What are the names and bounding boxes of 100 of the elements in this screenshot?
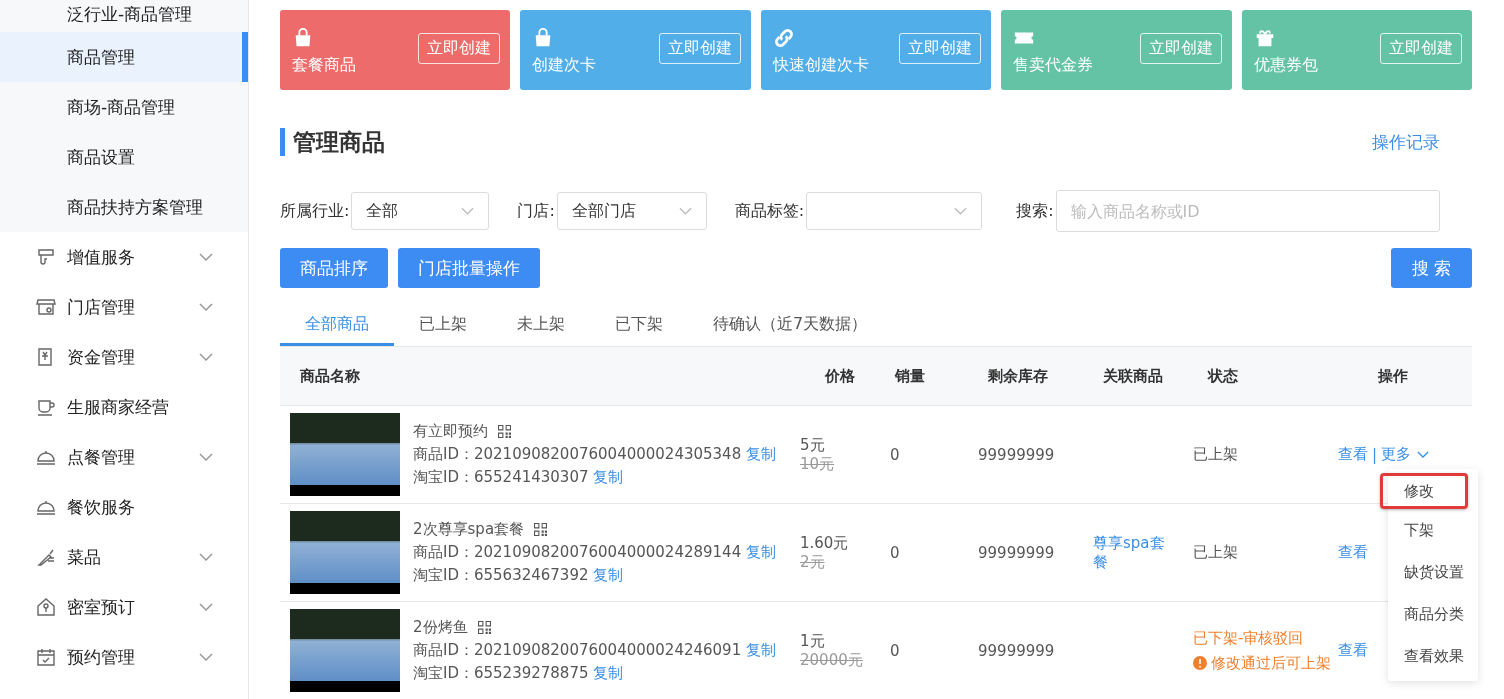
column-header: 剩余库存: [987, 366, 1049, 386]
product-id: 商品ID：2021090820076004000024305348: [413, 445, 742, 463]
menu-item[interactable]: 菜品: [0, 532, 248, 582]
separator: |: [1372, 445, 1378, 464]
chevron-down-icon: [461, 207, 475, 215]
submenu-item[interactable]: 商品扶持方案管理: [0, 182, 248, 232]
column-header: 价格: [824, 366, 856, 386]
menu-option[interactable]: 下架: [1388, 509, 1478, 551]
cup-icon: [36, 397, 56, 417]
chevron-down-icon: [199, 453, 213, 461]
column-header: 销量: [893, 366, 926, 386]
menu-item[interactable]: 餐饮服务: [0, 482, 248, 532]
sales-count: 0: [890, 543, 900, 562]
card-title: 套餐商品: [292, 55, 356, 76]
chevron-down-icon: [199, 653, 213, 661]
search-field[interactable]: 输入商品名称或ID: [1055, 190, 1440, 232]
card-title: 售卖代金券: [1013, 55, 1094, 76]
status-text: 已下架-审核驳回: [1193, 628, 1305, 648]
chevron-down-icon: [199, 603, 213, 611]
stock-count: 99999999: [978, 445, 1055, 464]
menu-item[interactable]: 密室预订: [0, 582, 248, 632]
submenu-item[interactable]: 泛行业-商品管理: [0, 0, 248, 32]
original-price: 2元: [800, 552, 826, 572]
chevron-down-icon: [1417, 451, 1430, 458]
sales-count: 0: [890, 445, 900, 464]
menu-option[interactable]: 修改: [1380, 473, 1468, 509]
product-id: 商品ID：2021090820076004000024289144: [413, 543, 742, 561]
qr-code-icon[interactable]: [477, 621, 491, 634]
store-icon: [36, 297, 56, 317]
filter-label: 搜索:: [1016, 200, 1054, 222]
chevron-down-icon: [678, 207, 692, 215]
menu-option[interactable]: 查看效果: [1388, 635, 1478, 677]
submenu-item[interactable]: 商品设置: [0, 132, 248, 182]
price: 5元: [800, 435, 826, 455]
product-name: 2次尊享spa套餐: [413, 520, 525, 539]
taobao-id: 淘宝ID：655241430307: [413, 468, 589, 486]
chevron-down-icon: [199, 353, 213, 361]
column-header: 操作: [1377, 366, 1409, 386]
card-title: 优惠券包: [1253, 55, 1318, 76]
original-price: 10元: [800, 454, 836, 474]
tab[interactable]: 待确认（近7天数据）: [688, 302, 893, 346]
stock-count: 99999999: [978, 543, 1055, 562]
tab[interactable]: 未上架: [492, 302, 590, 346]
view-link[interactable]: 查看: [1338, 543, 1368, 562]
filter-label: 所属行业:: [280, 200, 350, 222]
copy-link[interactable]: 复制: [746, 445, 776, 463]
filter-label: 商品标签:: [734, 200, 805, 222]
view-link[interactable]: 查看: [1338, 641, 1368, 660]
view-link[interactable]: 查看: [1338, 445, 1368, 464]
link-icon: [772, 27, 795, 49]
tab[interactable]: 已下架: [590, 302, 688, 346]
card-title: 创建次卡: [532, 55, 597, 76]
tab[interactable]: 已上架: [394, 302, 492, 346]
qr-code-icon[interactable]: [534, 523, 548, 536]
product-id: 商品ID：2021090820076004000024246091: [413, 641, 742, 659]
copy-link[interactable]: 复制: [746, 641, 776, 659]
menu-item[interactable]: 生服商家经营: [0, 382, 248, 432]
menu-item[interactable]: 预约管理: [0, 632, 248, 682]
sign-icon: [36, 247, 56, 267]
submenu-item[interactable]: 商品管理: [0, 32, 248, 82]
copy-link[interactable]: 复制: [746, 543, 776, 561]
sales-count: 0: [890, 641, 900, 660]
menu-option[interactable]: 缺货设置: [1388, 551, 1478, 593]
chevron-down-icon: [199, 553, 213, 561]
chevron-down-icon: [954, 207, 968, 215]
product-name: 有立即预约: [413, 422, 488, 441]
taobao-id: 淘宝ID：655239278875: [413, 664, 589, 682]
section-title: 管理商品: [280, 128, 385, 156]
calendar-icon: [36, 647, 56, 667]
status-text: 已上架: [1193, 543, 1239, 562]
copy-link[interactable]: 复制: [593, 468, 624, 486]
more-link[interactable]: 更多: [1381, 445, 1412, 464]
menu-item[interactable]: 门店管理: [0, 282, 248, 332]
price: 1元: [800, 631, 826, 651]
select-field[interactable]: 全部门店: [556, 192, 707, 230]
select-field[interactable]: [806, 192, 983, 230]
column-header: 状态: [1206, 366, 1239, 386]
product-name: 2份烤鱼: [413, 618, 468, 637]
select-field[interactable]: 全部: [351, 192, 490, 230]
taobao-id: 淘宝ID：655632467392: [413, 566, 589, 584]
qr-code-icon[interactable]: [498, 425, 511, 438]
warning-icon: [1193, 656, 1207, 670]
price: 1.60元: [800, 533, 850, 553]
menu-option[interactable]: 商品分类: [1388, 593, 1478, 635]
copy-link[interactable]: 复制: [593, 566, 624, 584]
column-header: 关联商品: [1102, 366, 1164, 386]
original-price: 20000元: [800, 650, 864, 670]
status-text: 已上架: [1193, 445, 1239, 464]
stock-count: 99999999: [978, 641, 1055, 660]
menu-item[interactable]: 点餐管理: [0, 432, 248, 482]
chevron-down-icon: [199, 303, 213, 311]
column-header: 商品名称: [299, 366, 361, 386]
copy-link[interactable]: 复制: [593, 664, 624, 682]
filter-label: 门店:: [517, 200, 555, 222]
submenu-item[interactable]: 商场-商品管理: [0, 82, 248, 132]
chevron-down-icon: [199, 253, 213, 261]
related-product-link[interactable]: 尊享spa套餐: [1093, 533, 1173, 572]
menu-item[interactable]: 增值服务: [0, 232, 248, 282]
menu-item[interactable]: 资金管理: [0, 332, 248, 382]
status-note: 修改通过后可上架: [1211, 653, 1331, 673]
